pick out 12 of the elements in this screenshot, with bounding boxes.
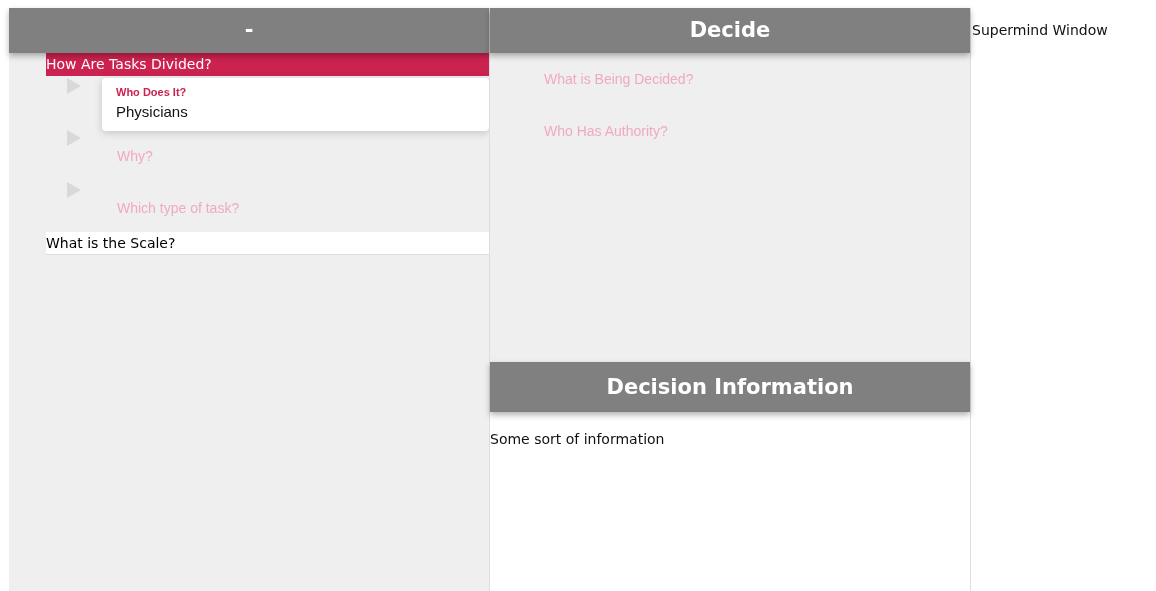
section-row[interactable]: What is the Scale? — [46, 232, 489, 255]
section-row[interactable]: How Are Tasks Divided? — [46, 53, 489, 76]
question-label[interactable]: What is Being Decided? — [544, 71, 694, 87]
panel-header: - — [9, 8, 489, 53]
answer-card[interactable]: Who Does It? Physicians — [102, 78, 489, 131]
info-text: Some sort of information — [490, 431, 665, 447]
question-label[interactable]: Which type of task? — [117, 198, 240, 219]
panel-header: Decision Information — [490, 362, 970, 412]
window-label: Supermind Window — [972, 22, 1108, 38]
question-label[interactable]: Who Has Authority? — [544, 123, 668, 139]
question-label[interactable]: Why? — [117, 146, 153, 167]
panel-header: Decide — [490, 8, 970, 53]
